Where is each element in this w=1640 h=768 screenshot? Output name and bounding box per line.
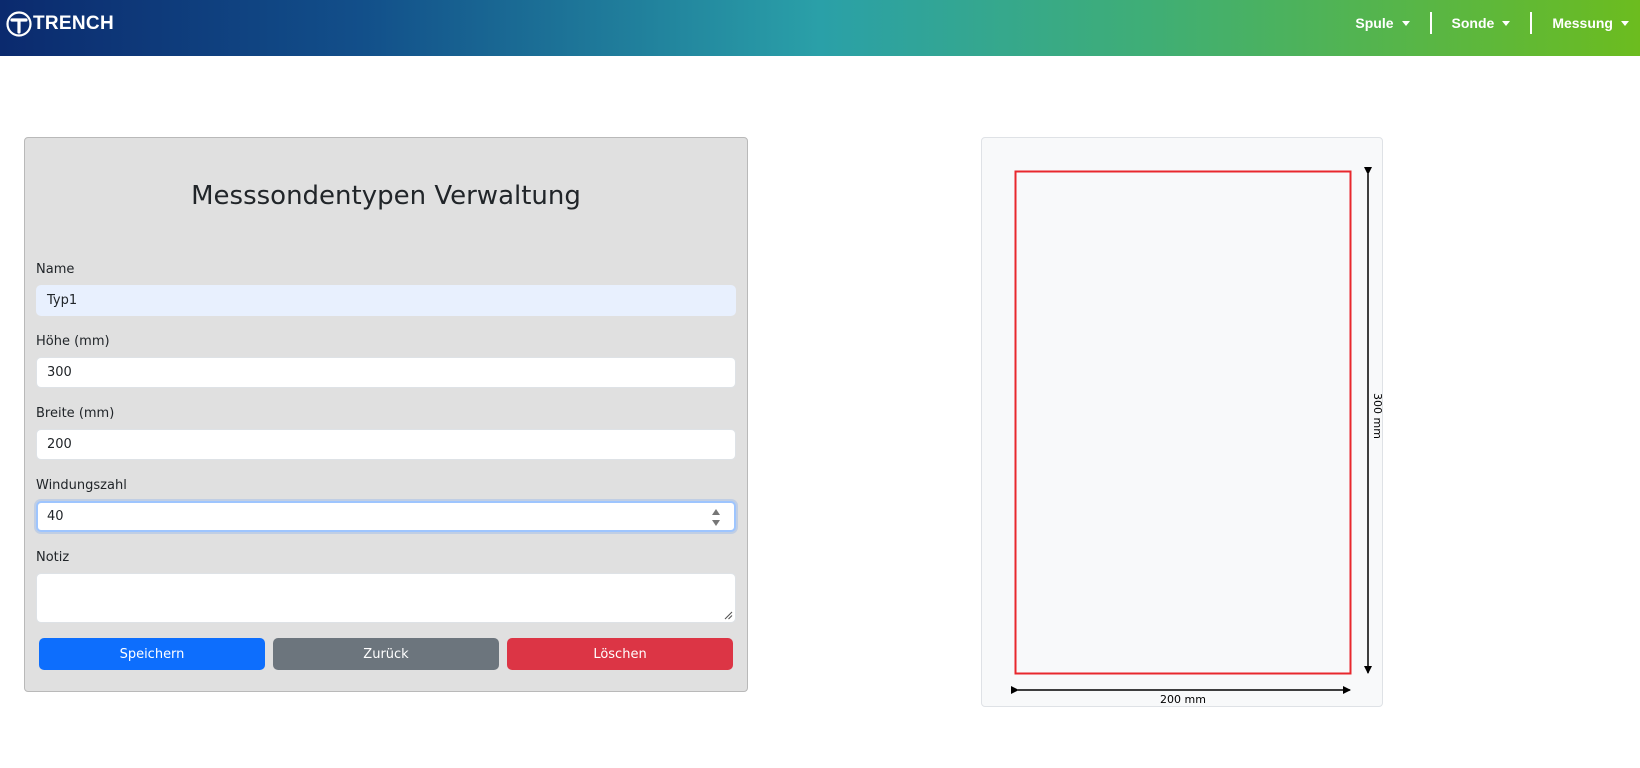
caret-down-icon bbox=[1401, 20, 1410, 26]
nav-item-sonde[interactable]: Sonde bbox=[1432, 11, 1531, 35]
page-title: Messsondentypen Verwaltung bbox=[191, 181, 581, 211]
probe-preview-drawing: 300 mm 200 mm bbox=[1011, 167, 1384, 706]
windungszahl-input[interactable]: 40 bbox=[36, 501, 736, 532]
top-navbar: TRENCH Spule Sonde Messung bbox=[0, 0, 1640, 56]
probe-type-form-card: Messsondentypen Verwaltung Name Typ1 Höh… bbox=[24, 137, 748, 692]
delete-button[interactable]: Löschen bbox=[507, 638, 733, 670]
breite-input[interactable]: 200 bbox=[36, 429, 736, 460]
nav-item-label: Sonde bbox=[1451, 15, 1495, 31]
caret-down-icon bbox=[1502, 20, 1511, 26]
name-label: Name bbox=[36, 262, 75, 277]
notiz-textarea[interactable] bbox=[36, 573, 736, 623]
probe-preview-panel: 300 mm 200 mm bbox=[981, 137, 1384, 707]
nav-item-label: Spule bbox=[1355, 15, 1394, 31]
breite-label: Breite (mm) bbox=[36, 406, 115, 421]
hoehe-input[interactable]: 300 bbox=[36, 357, 736, 388]
nav-item-messung[interactable]: Messung bbox=[1532, 11, 1629, 35]
save-button[interactable]: Speichern bbox=[39, 638, 265, 670]
probe-outline bbox=[1014, 170, 1352, 675]
breite-input-value: 200 bbox=[47, 437, 72, 452]
back-button[interactable]: Zurück bbox=[273, 638, 499, 670]
nav-item-spule[interactable]: Spule bbox=[1355, 11, 1429, 35]
windungszahl-label: Windungszahl bbox=[36, 478, 127, 493]
resize-handle-icon[interactable] bbox=[723, 610, 733, 620]
number-spinner[interactable] bbox=[712, 508, 722, 528]
width-dimension-label: 200 mm bbox=[1160, 693, 1206, 706]
hoehe-label: Höhe (mm) bbox=[36, 334, 110, 349]
name-input[interactable]: Typ1 bbox=[36, 285, 736, 316]
brand-logo[interactable]: TRENCH bbox=[6, 11, 114, 37]
nav-menu: Spule Sonde Messung bbox=[1355, 11, 1629, 35]
windungszahl-input-value: 40 bbox=[47, 509, 64, 524]
spin-down-icon[interactable] bbox=[712, 520, 720, 526]
hoehe-input-value: 300 bbox=[47, 365, 72, 380]
notiz-label: Notiz bbox=[36, 550, 70, 565]
brand-name: TRENCH bbox=[33, 13, 114, 34]
trench-logo-icon bbox=[6, 11, 32, 37]
height-dimension-label: 300 mm bbox=[1371, 393, 1384, 439]
name-input-value: Typ1 bbox=[47, 293, 78, 308]
nav-item-label: Messung bbox=[1552, 15, 1613, 31]
spin-up-icon[interactable] bbox=[712, 509, 720, 515]
caret-down-icon bbox=[1621, 20, 1629, 26]
